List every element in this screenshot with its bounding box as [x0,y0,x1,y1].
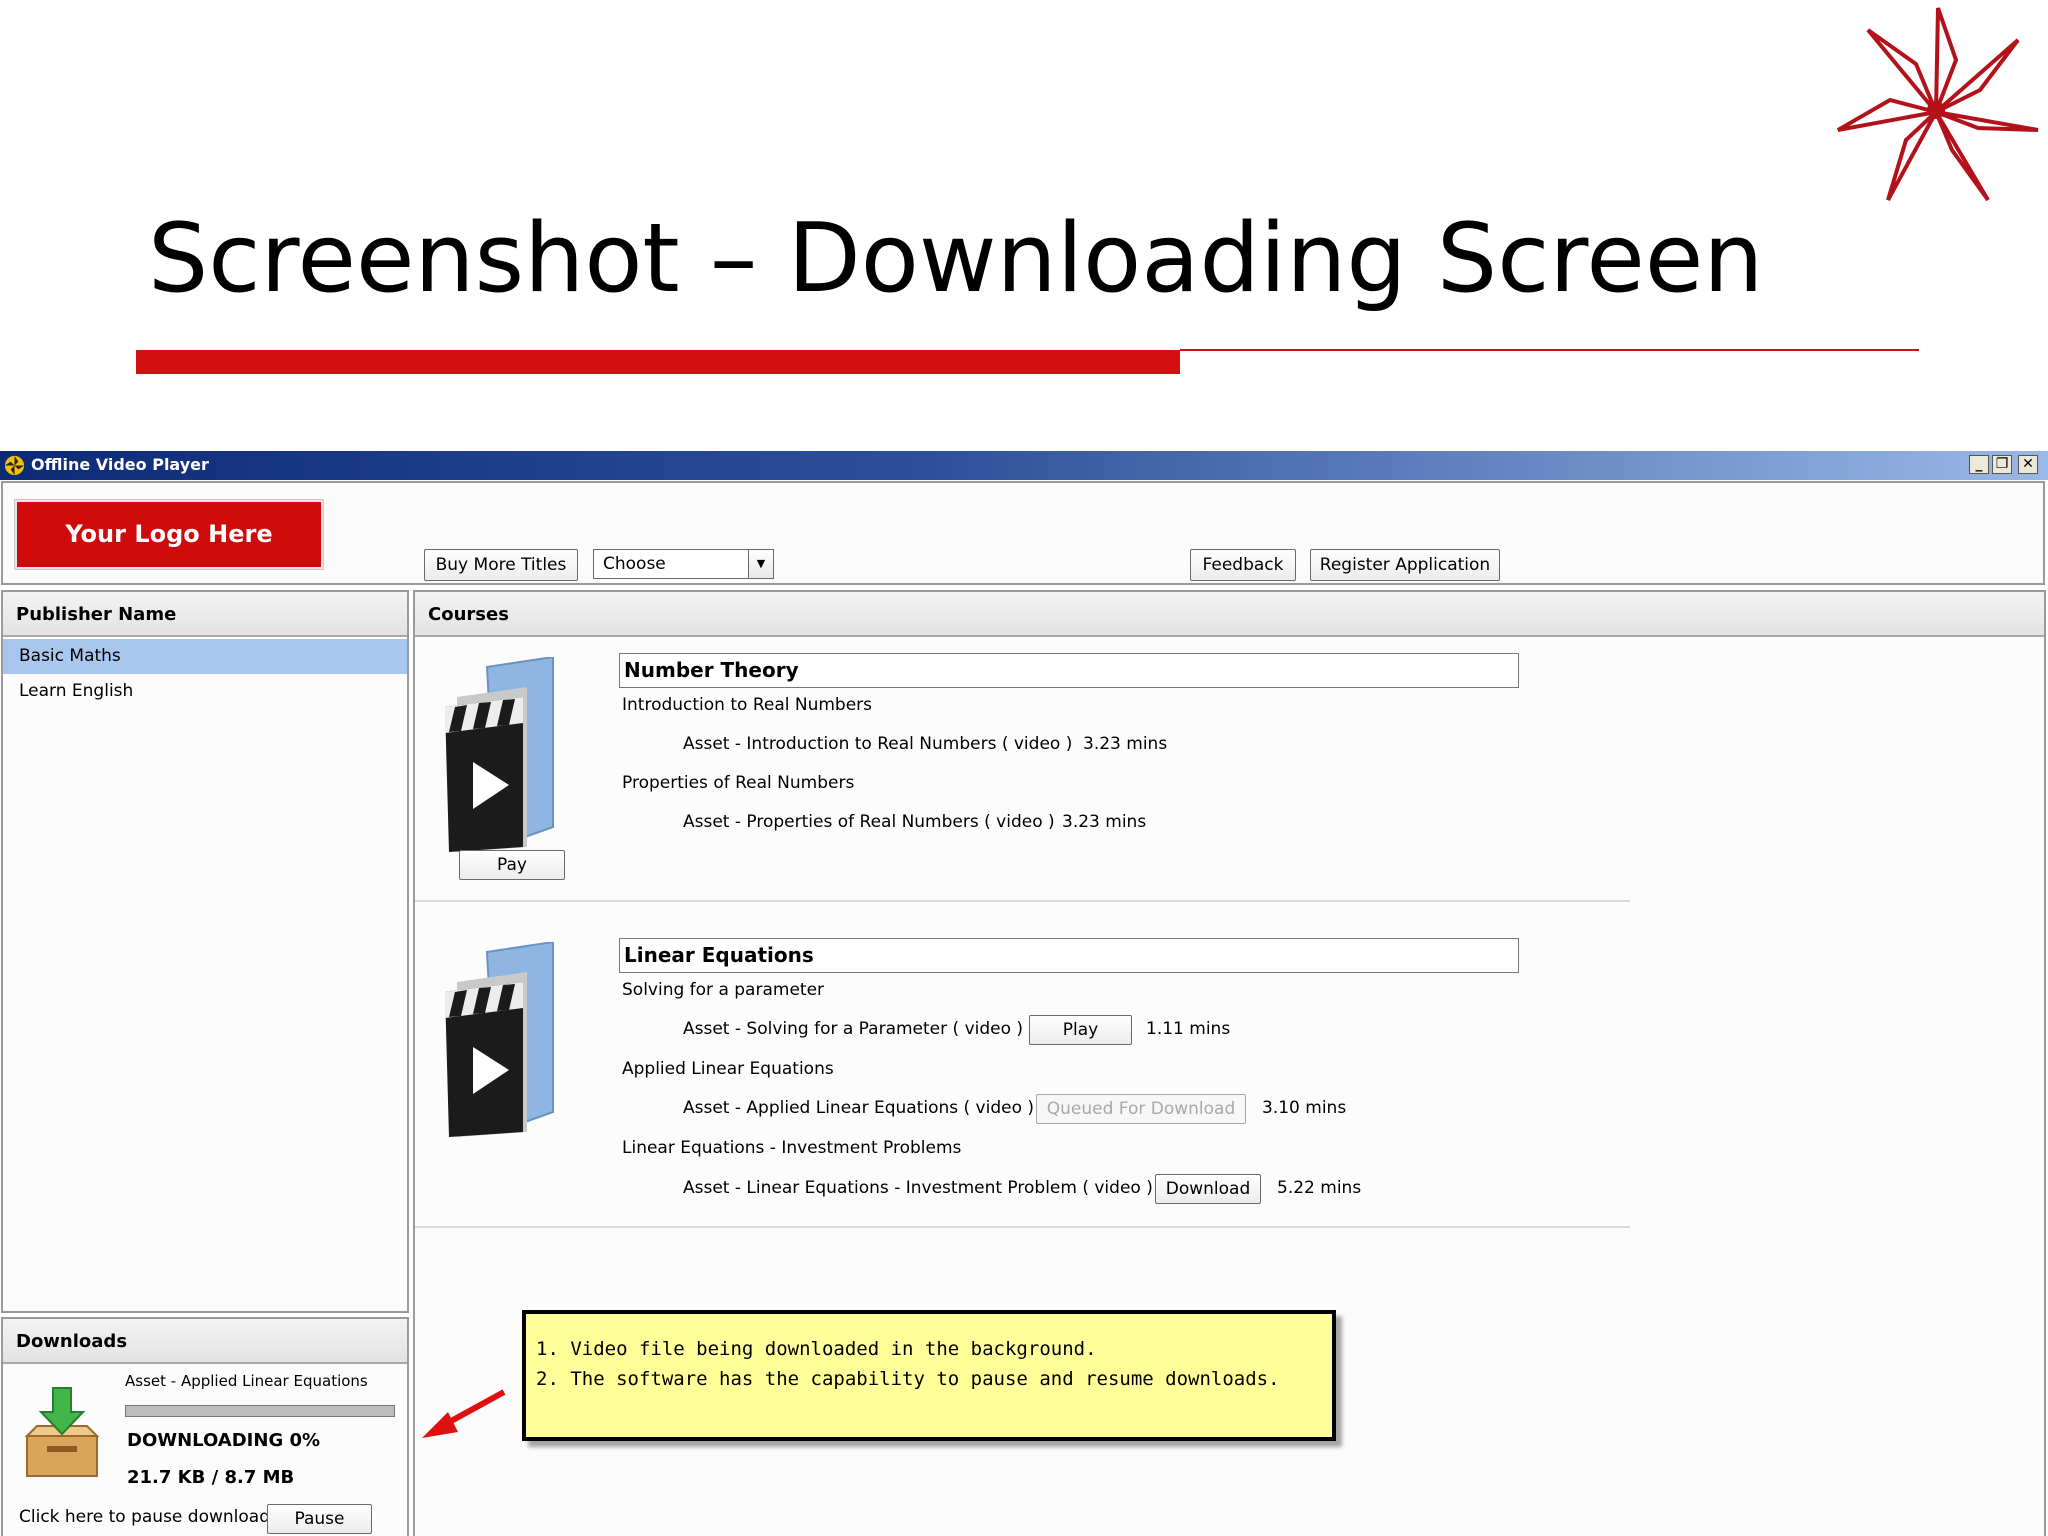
app-pinwheel-icon [4,455,25,476]
section-title: Properties of Real Numbers [622,773,855,793]
downloads-panel-header: Downloads [3,1319,407,1364]
asset-duration: 3.23 mins [1062,812,1147,832]
download-button[interactable]: Download [1155,1174,1261,1204]
download-progress-bar [125,1405,395,1417]
title-underline-thick [136,350,1180,374]
download-size: 21.7 KB / 8.7 MB [127,1467,295,1488]
queued-for-download-button: Queued For Download [1036,1094,1246,1124]
sidebar-item-basic-maths[interactable]: Basic Maths [3,639,407,674]
download-asset-name: Asset - Applied Linear Equations [125,1372,368,1390]
pinwheel-icon [1837,7,2039,202]
restore-button[interactable]: ❐ [1992,455,2012,474]
publisher-panel-header: Publisher Name [3,592,407,637]
feedback-button[interactable]: Feedback [1190,549,1296,581]
annotation-note: 1. Video file being downloaded in the ba… [522,1310,1336,1441]
buy-more-titles-button[interactable]: Buy More Titles [424,549,578,581]
asset-duration: 5.22 mins [1277,1178,1362,1198]
play-button[interactable]: Play [1029,1015,1132,1045]
logo: Your Logo Here [14,499,324,570]
asset-link[interactable]: Asset - Linear Equations - Investment Pr… [683,1176,1153,1200]
choose-dropdown[interactable]: Choose ▼ [593,549,774,579]
minimize-button[interactable]: _ [1969,455,1989,474]
title-underline-thin [1180,349,1919,351]
choose-dropdown-value: Choose [603,554,666,574]
section-title: Solving for a parameter [622,980,825,1000]
window-titlebar[interactable]: Offline Video Player _ ❐ ✕ [0,451,2048,480]
downloads-panel: Downloads Asset - Applied Linear Equatio… [1,1317,409,1536]
courses-panel-header: Courses [415,592,2044,637]
sidebar-item-learn-english[interactable]: Learn English [3,674,407,709]
asset-duration: 3.10 mins [1262,1098,1347,1118]
course-title-number-theory[interactable]: Number Theory [619,653,1519,688]
section-title: Linear Equations - Investment Problems [622,1138,962,1158]
asset-link[interactable]: Asset - Properties of Real Numbers ( vid… [683,810,1055,834]
asset-link[interactable]: Asset - Introduction to Real Numbers ( v… [683,732,1072,756]
asset-link[interactable]: Asset - Solving for a Parameter ( video … [683,1017,1023,1041]
video-clapperboard-icon [445,942,554,1137]
close-button[interactable]: ✕ [2018,455,2038,474]
asset-duration: 1.11 mins [1146,1019,1231,1039]
course-title-linear-equations[interactable]: Linear Equations [619,938,1519,973]
section-title: Applied Linear Equations [622,1059,834,1079]
top-toolbar: Your Logo Here Buy More Titles Choose ▼ … [1,481,2045,585]
pause-button[interactable]: Pause [267,1504,372,1534]
download-box-icon [24,1387,100,1477]
red-arrow-icon [422,1389,506,1438]
register-application-button[interactable]: Register Application [1310,549,1500,581]
pay-button[interactable]: Pay [459,850,565,880]
annotation-line: 2. The software has the capability to pa… [536,1368,1280,1390]
course-divider [415,1226,1630,1228]
pause-hint: Click here to pause download [19,1507,270,1527]
chevron-down-icon[interactable]: ▼ [748,550,773,578]
video-clapperboard-icon [445,657,554,852]
section-title: Introduction to Real Numbers [622,695,873,715]
annotation-line: 1. Video file being downloaded in the ba… [536,1338,1097,1360]
asset-duration: 3.23 mins [1083,734,1168,754]
window-title: Offline Video Player [31,455,209,474]
course-divider [415,900,1630,902]
download-status: DOWNLOADING 0% [127,1430,321,1451]
publisher-panel: Publisher Name Basic Maths Learn English [1,590,409,1313]
slide-title: Screenshot – Downloading Screen [148,204,1764,314]
asset-link[interactable]: Asset - Applied Linear Equations ( video… [683,1096,1034,1120]
